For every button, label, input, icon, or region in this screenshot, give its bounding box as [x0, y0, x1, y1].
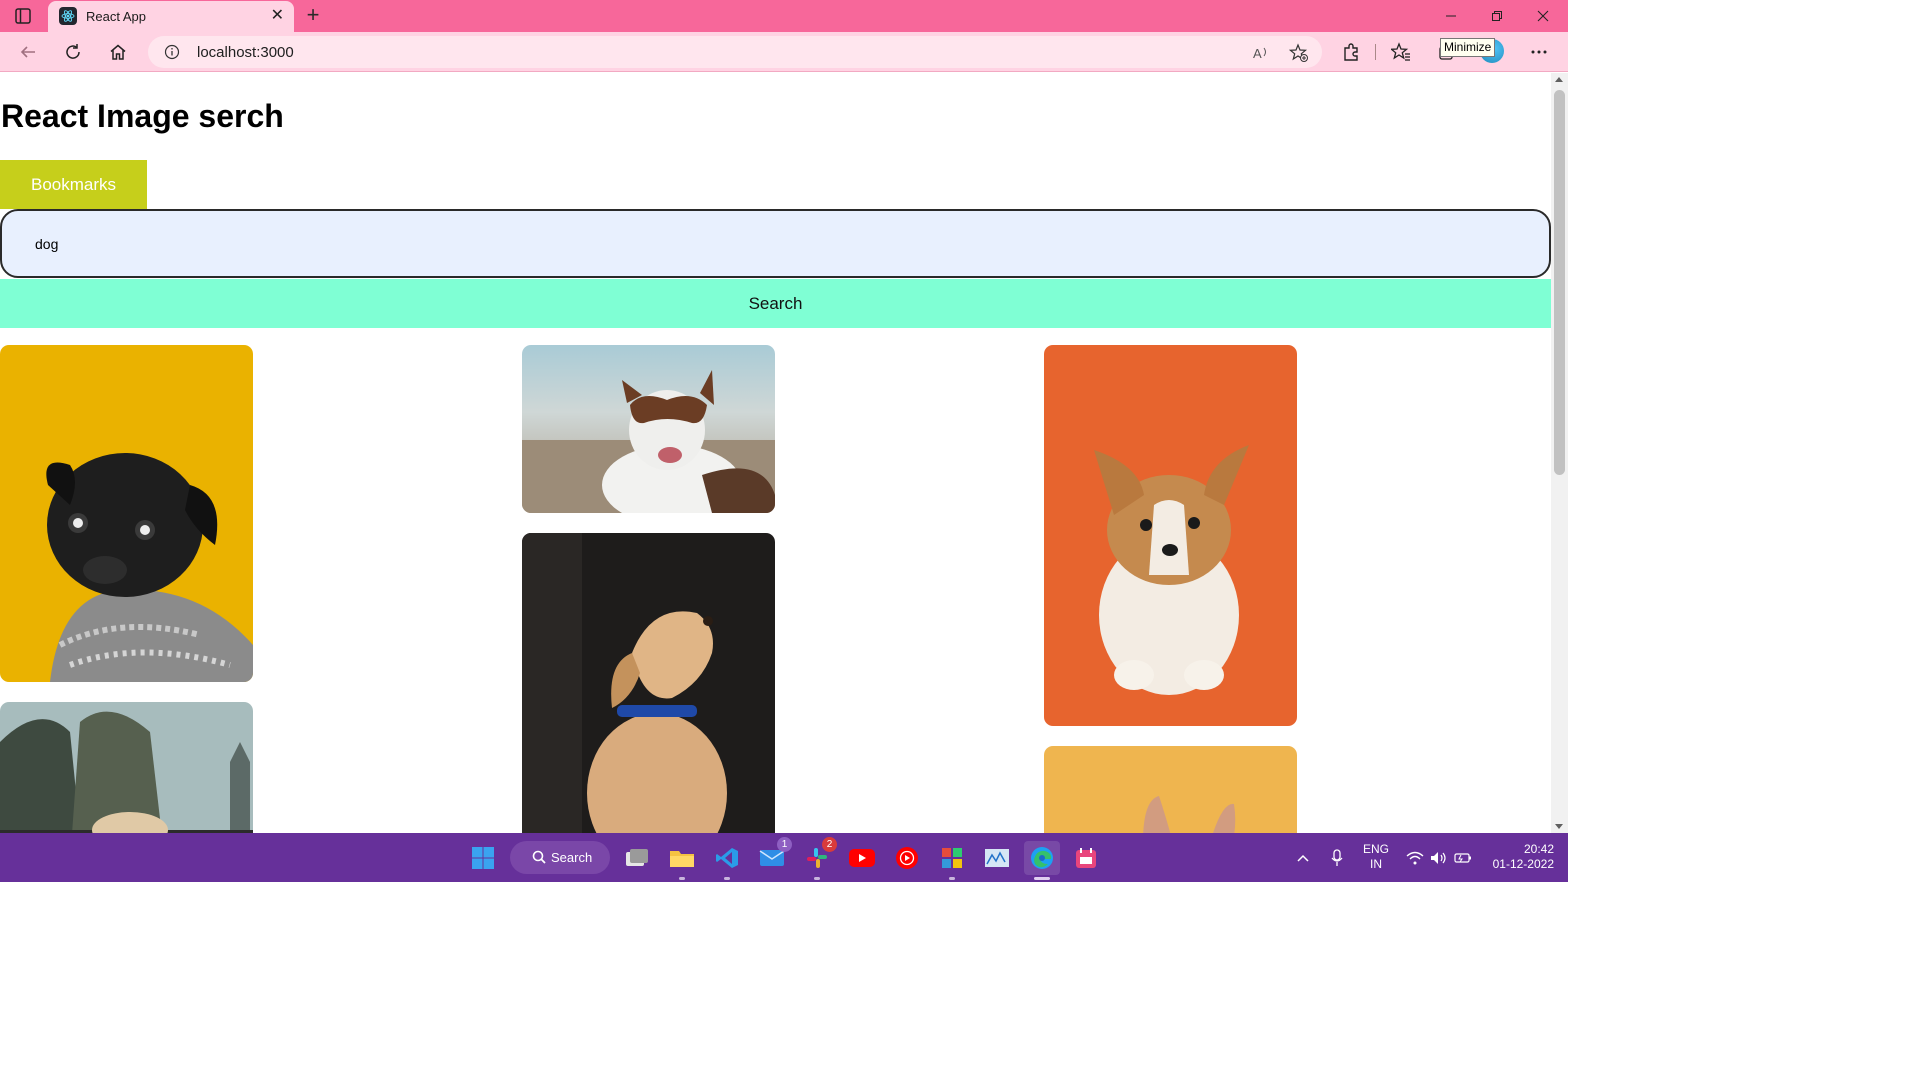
image-card[interactable]: [0, 345, 253, 682]
start-windows-icon[interactable]: [466, 841, 500, 875]
clock-date: 01-12-2022: [1492, 857, 1554, 871]
tab-actions-icon[interactable]: [14, 7, 32, 25]
microphone-icon[interactable]: [1322, 841, 1352, 875]
page-viewport: React Image serch Bookmarks Search: [0, 73, 1551, 833]
add-favorite-icon[interactable]: [1288, 42, 1310, 64]
back-arrow-icon[interactable]: [14, 38, 42, 66]
tab-close-icon[interactable]: ✕: [271, 7, 284, 25]
search-input[interactable]: [0, 209, 1551, 278]
slack-icon[interactable]: 2: [800, 837, 837, 880]
language-code: ENG: [1362, 842, 1389, 856]
image-card[interactable]: [522, 533, 775, 833]
windows-taskbar: Search 1 2 ENG IN 20:42 01-12-2022: [0, 833, 1568, 882]
photos-app-icon[interactable]: [935, 841, 969, 880]
calendar-app-icon[interactable]: [1069, 841, 1103, 875]
restore-button[interactable]: [1474, 0, 1520, 32]
edge-browser-icon[interactable]: [1024, 841, 1060, 880]
tab-title: React App: [86, 9, 146, 24]
task-view-icon[interactable]: [620, 841, 654, 875]
show-hidden-icons-chevron-icon[interactable]: [1288, 841, 1318, 875]
site-info-icon[interactable]: [164, 44, 180, 60]
browser-toolbar: localhost:3000 A: [0, 32, 1568, 72]
browser-tab[interactable]: React App ✕: [48, 1, 294, 32]
battery-icon[interactable]: [1448, 841, 1478, 875]
page-title: React Image serch: [1, 98, 284, 134]
scroll-thumb[interactable]: [1554, 90, 1565, 475]
browser-titlebar: React App ✕ +: [0, 0, 1568, 32]
chart-app-icon[interactable]: [980, 841, 1014, 875]
bookmarks-button[interactable]: Bookmarks: [0, 160, 147, 209]
minimize-button[interactable]: [1428, 0, 1474, 32]
favorites-icon[interactable]: [1387, 38, 1415, 66]
new-tab-icon[interactable]: +: [302, 4, 324, 28]
file-explorer-icon[interactable]: [665, 841, 699, 880]
toolbar-divider: [1375, 44, 1376, 60]
taskbar-search-label: Search: [551, 850, 593, 865]
image-card[interactable]: [0, 702, 253, 833]
mail-icon[interactable]: 1: [755, 837, 792, 875]
more-menu-icon[interactable]: [1525, 38, 1553, 66]
image-card[interactable]: [1044, 746, 1297, 833]
extensions-icon[interactable]: [1337, 38, 1365, 66]
read-aloud-icon[interactable]: A: [1250, 42, 1272, 64]
search-button[interactable]: Search: [0, 279, 1551, 328]
url-text[interactable]: localhost:3000: [197, 44, 294, 61]
scroll-down-arrow-icon[interactable]: [1555, 824, 1563, 829]
search-icon: [532, 850, 546, 864]
slack-badge: 2: [822, 837, 837, 852]
scroll-up-arrow-icon[interactable]: [1555, 77, 1563, 82]
minimize-tooltip: Minimize: [1440, 38, 1496, 57]
taskbar-search[interactable]: Search: [510, 841, 610, 874]
vscode-icon[interactable]: [710, 841, 744, 880]
react-logo-icon: [59, 7, 77, 25]
refresh-icon[interactable]: [59, 38, 87, 66]
page-scrollbar[interactable]: [1551, 73, 1568, 833]
clock[interactable]: 20:42 01-12-2022: [1484, 842, 1554, 872]
close-window-button[interactable]: [1520, 0, 1566, 32]
language-indicator[interactable]: ENG IN: [1358, 842, 1394, 872]
image-card[interactable]: [522, 345, 775, 513]
clock-time: 20:42: [1523, 842, 1554, 856]
youtube-icon[interactable]: [845, 841, 879, 875]
svg-text:A: A: [1253, 46, 1262, 61]
youtube-music-icon[interactable]: [890, 841, 924, 875]
mail-badge: 1: [777, 837, 792, 852]
region-code: IN: [1370, 857, 1382, 871]
address-bar[interactable]: localhost:3000 A: [148, 36, 1322, 68]
home-icon[interactable]: [104, 38, 132, 66]
image-card[interactable]: [1044, 345, 1297, 726]
